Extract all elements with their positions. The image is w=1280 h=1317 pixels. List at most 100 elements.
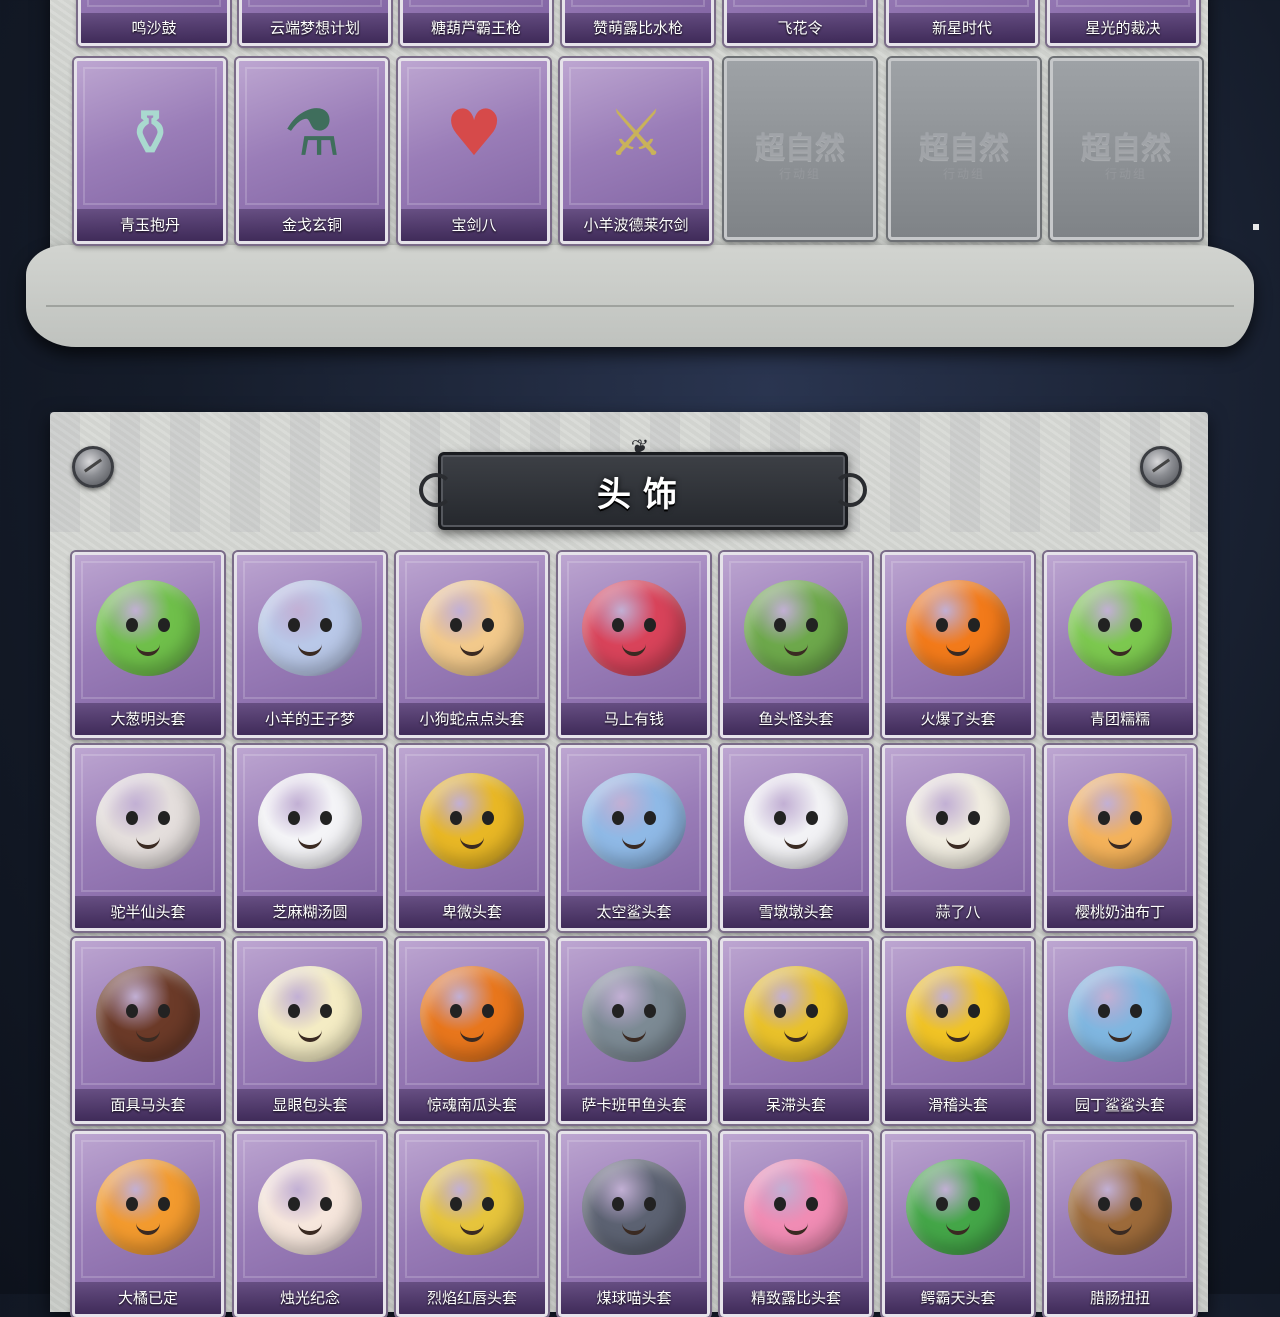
- eye-shape: [774, 811, 786, 825]
- snake-head-icon: [412, 569, 532, 687]
- headwear-label: 蒜了八: [885, 896, 1031, 928]
- candle-head-icon: [250, 1148, 370, 1266]
- eye-shape: [774, 618, 786, 632]
- headwear-card[interactable]: 面具马头套: [72, 938, 224, 1124]
- eye-shape: [126, 811, 138, 825]
- red-horse-head-icon: [574, 569, 694, 687]
- dazed-emoji-head-icon: [736, 955, 856, 1073]
- funny-emoji-head-icon: [898, 955, 1018, 1073]
- headwear-card[interactable]: 腊肠扭扭: [1044, 1131, 1196, 1317]
- head-shape: [906, 580, 1010, 676]
- eye-shape: [612, 1004, 624, 1018]
- head-shape: [420, 580, 524, 676]
- headwear-card[interactable]: 太空鲨头套: [558, 745, 710, 931]
- locked-logo-text: 超自然: [1081, 131, 1171, 166]
- pink-beaver-head-icon: [736, 1148, 856, 1266]
- headwear-card[interactable]: 芝麻糊汤圆: [234, 745, 386, 931]
- eye-shape: [968, 1197, 980, 1211]
- headwear-card[interactable]: 萨卡班甲鱼头套: [558, 938, 710, 1124]
- item-label: 糖葫芦霸王枪: [403, 13, 549, 43]
- mouth-shape: [460, 642, 484, 656]
- mouth-shape: [622, 835, 646, 849]
- eye-shape: [288, 811, 300, 825]
- headwear-label: 卑微头套: [399, 896, 545, 928]
- head-shape: [1068, 966, 1172, 1062]
- fish-head-icon: [736, 569, 856, 687]
- mouth-shape: [1108, 1221, 1132, 1235]
- headwear-card[interactable]: 烈焰红唇头套: [396, 1131, 548, 1317]
- item-card[interactable]: ♥ 宝剑八: [398, 58, 550, 244]
- eye-shape: [806, 811, 818, 825]
- mouth-shape: [1108, 835, 1132, 849]
- headwear-card[interactable]: 小羊的王子梦: [234, 552, 386, 738]
- mouth-shape: [136, 1221, 160, 1235]
- eye-shape: [450, 811, 462, 825]
- headwear-card[interactable]: 大橘已定: [72, 1131, 224, 1317]
- headwear-card[interactable]: 鱼头怪头套: [720, 552, 872, 738]
- mouth-shape: [946, 1028, 970, 1042]
- eye-shape: [612, 618, 624, 632]
- headwear-label: 大葱明头套: [75, 703, 221, 735]
- headwear-card[interactable]: 滑稽头套: [882, 938, 1034, 1124]
- headwear-card[interactable]: 马上有钱: [558, 552, 710, 738]
- item-card[interactable]: 赞萌露比水枪: [562, 0, 714, 46]
- gardener-shark-head-icon: [1060, 955, 1180, 1073]
- headwear-label: 萨卡班甲鱼头套: [561, 1089, 707, 1121]
- item-card[interactable]: ⚗ 金戈玄铜: [236, 58, 388, 244]
- eye-shape: [320, 1004, 332, 1018]
- headwear-card[interactable]: 鳄霸天头套: [882, 1131, 1034, 1317]
- eye-shape: [644, 811, 656, 825]
- eye-shape: [1130, 1004, 1142, 1018]
- eye-shape: [968, 811, 980, 825]
- snowman-head-icon: [736, 762, 856, 880]
- headwear-card[interactable]: 惊魂南瓜头套: [396, 938, 548, 1124]
- headwear-label: 鳄霸天头套: [885, 1282, 1031, 1314]
- headwear-card[interactable]: 小狗蛇点点头套: [396, 552, 548, 738]
- sheep-crown-head-icon: [250, 569, 370, 687]
- fire-head-icon: [898, 569, 1018, 687]
- headwear-label: 大橘已定: [75, 1282, 221, 1314]
- headwear-card[interactable]: 园丁鲨鲨头套: [1044, 938, 1196, 1124]
- orange-slice-head-icon: [88, 1148, 208, 1266]
- item-label: 鸣沙鼓: [81, 13, 227, 43]
- item-card[interactable]: 新星时代: [886, 0, 1038, 46]
- headwear-card[interactable]: 蒜了八: [882, 745, 1034, 931]
- headwear-card[interactable]: 显眼包头套: [234, 938, 386, 1124]
- eye-shape: [1130, 811, 1142, 825]
- headwear-card[interactable]: 雪墩墩头套: [720, 745, 872, 931]
- mouth-shape: [460, 835, 484, 849]
- headwear-card[interactable]: 樱桃奶油布丁: [1044, 745, 1196, 931]
- headwear-card[interactable]: 煤球喵头套: [558, 1131, 710, 1317]
- item-card[interactable]: 飞花令: [724, 0, 876, 46]
- item-card[interactable]: 星光的裁决: [1047, 0, 1199, 46]
- eye-shape: [126, 618, 138, 632]
- decor-stud: [1253, 224, 1259, 230]
- item-card[interactable]: ⚔ 小羊波德莱尔剑: [560, 58, 712, 244]
- head-shape: [258, 1159, 362, 1255]
- headwear-label: 惊魂南瓜头套: [399, 1089, 545, 1121]
- headwear-card[interactable]: 烛光纪念: [234, 1131, 386, 1317]
- headwear-card[interactable]: 火爆了头套: [882, 552, 1034, 738]
- headwear-card[interactable]: 卑微头套: [396, 745, 548, 931]
- eye-shape: [158, 811, 170, 825]
- item-card[interactable]: 糖葫芦霸王枪: [400, 0, 552, 46]
- item-label: 赞萌露比水枪: [565, 13, 711, 43]
- mouth-shape: [298, 1221, 322, 1235]
- headwear-card[interactable]: 大葱明头套: [72, 552, 224, 738]
- headwear-label: 小狗蛇点点头套: [399, 703, 545, 735]
- head-shape: [906, 1159, 1010, 1255]
- headwear-card[interactable]: 青团糯糯: [1044, 552, 1196, 738]
- item-card[interactable]: 云端梦想计划: [239, 0, 391, 46]
- item-card[interactable]: 鸣沙鼓: [78, 0, 230, 46]
- headwear-card[interactable]: 呆滞头套: [720, 938, 872, 1124]
- headwear-card[interactable]: 驼半仙头套: [72, 745, 224, 931]
- item-card[interactable]: ⚱ 青玉抱丹: [74, 58, 226, 244]
- eye-shape: [806, 618, 818, 632]
- headwear-label: 小羊的王子梦: [237, 703, 383, 735]
- headwear-card[interactable]: 精致露比头套: [720, 1131, 872, 1317]
- mouth-shape: [298, 1028, 322, 1042]
- headwear-label: 马上有钱: [561, 703, 707, 735]
- eye-shape: [288, 618, 300, 632]
- eye-shape: [288, 1197, 300, 1211]
- eye-shape: [482, 1004, 494, 1018]
